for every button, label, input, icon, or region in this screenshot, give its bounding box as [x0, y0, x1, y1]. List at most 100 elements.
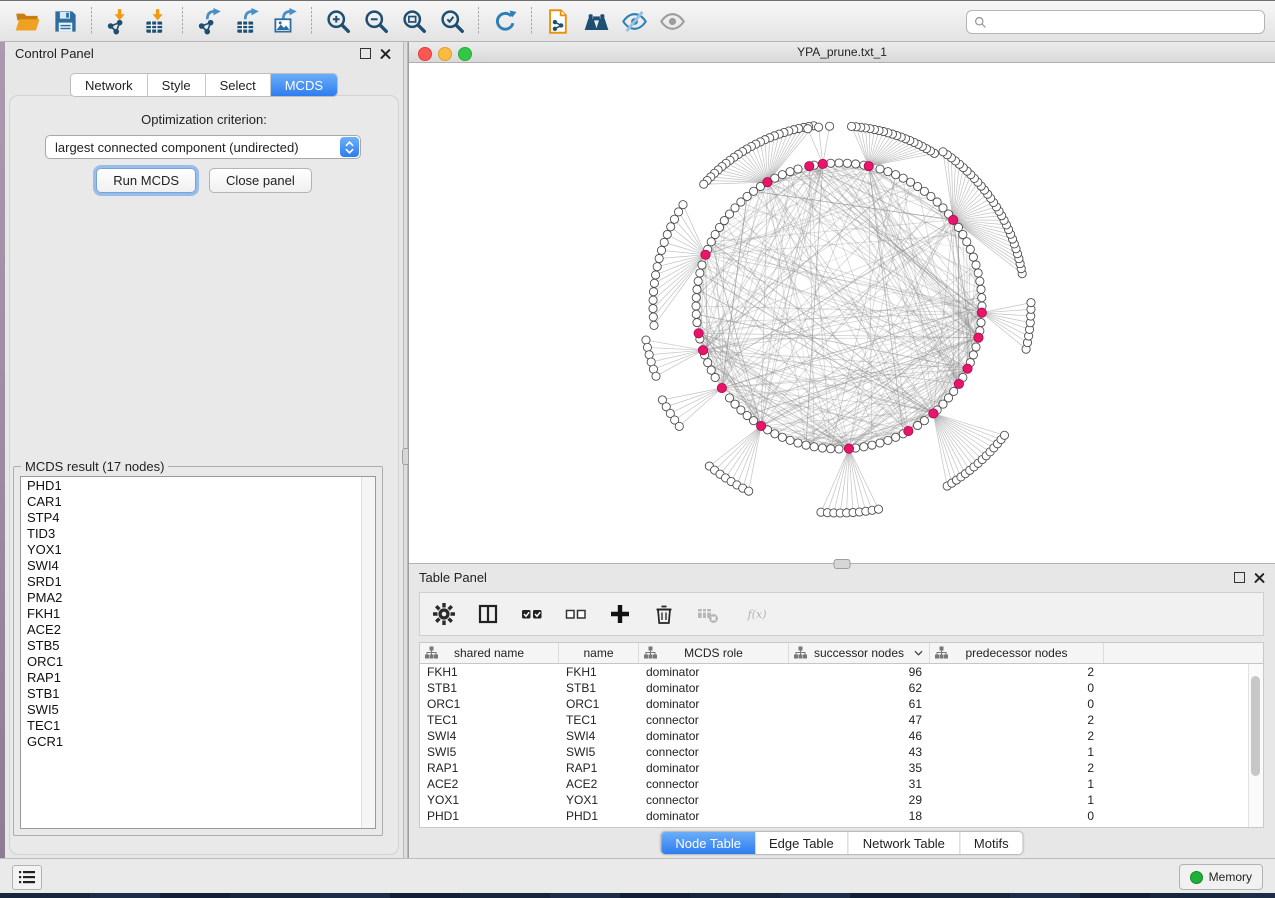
tab-edge-table[interactable]: Edge Table: [755, 832, 849, 854]
toolbar-separator: [311, 7, 312, 35]
add-column-icon[interactable]: [606, 600, 634, 628]
search-network-icon[interactable]: [577, 4, 615, 38]
table-settings-gear-icon[interactable]: [430, 600, 458, 628]
table-row[interactable]: STB1STB1dominator620: [420, 680, 1249, 696]
column-header-name[interactable]: name: [559, 643, 639, 663]
node-table: shared name name MCDS role successor nod…: [419, 642, 1264, 828]
zoom-in-icon[interactable]: [319, 4, 357, 38]
mcds-result-item[interactable]: STP4: [21, 510, 361, 526]
tab-network-table[interactable]: Network Table: [849, 832, 960, 854]
node-table-body: FKH1FKH1dominator962STB1STB1dominator620…: [420, 664, 1249, 827]
float-panel-icon[interactable]: [360, 48, 371, 59]
table-panel-tabs: Node Table Edge Table Network Table Moti…: [660, 831, 1023, 855]
close-panel-icon[interactable]: [1254, 572, 1265, 583]
tab-network[interactable]: Network: [71, 74, 148, 96]
table-panel: Table Panel: [409, 563, 1275, 858]
mcds-result-item[interactable]: CAR1: [21, 494, 361, 510]
optimization-criterion-label: Optimization criterion:: [5, 112, 403, 127]
mcds-result-item[interactable]: FKH1: [21, 606, 361, 622]
mcds-result-item[interactable]: YOX1: [21, 542, 361, 558]
run-mcds-button[interactable]: Run MCDS: [96, 168, 196, 193]
zoom-fit-icon[interactable]: [395, 4, 433, 38]
table-panel-title: Table Panel: [419, 570, 487, 585]
table-row[interactable]: ACE2ACE2connector311: [420, 776, 1249, 792]
table-scrollbar-thumb[interactable]: [1251, 676, 1260, 776]
zoom-selected-icon[interactable]: [433, 4, 471, 38]
tab-node-table[interactable]: Node Table: [661, 832, 755, 854]
close-panel-button[interactable]: Close panel: [209, 168, 312, 193]
hide-selected-eye-icon[interactable]: [615, 4, 653, 38]
table-row[interactable]: YOX1YOX1connector291: [420, 792, 1249, 808]
control-panel: Control Panel Network Style Select MCDS …: [5, 42, 403, 858]
table-row[interactable]: TEC1TEC1connector472: [420, 712, 1249, 728]
column-header-successor-nodes[interactable]: successor nodes: [789, 643, 930, 663]
mcds-result-list[interactable]: PHD1CAR1STP4TID3YOX1SWI4SRD1PMA2FKH1ACE2…: [20, 476, 376, 829]
task-history-button[interactable]: [12, 865, 42, 890]
zoom-out-icon[interactable]: [357, 4, 395, 38]
column-header-mcds-role[interactable]: MCDS role: [639, 643, 789, 663]
table-row[interactable]: RAP1RAP1dominator352: [420, 760, 1249, 776]
mcds-result-item[interactable]: ACE2: [21, 622, 361, 638]
toolbar-separator: [91, 7, 92, 35]
table-scrollbar[interactable]: [1248, 664, 1263, 827]
table-row[interactable]: ORC1ORC1dominator610: [420, 696, 1249, 712]
show-column-panel-icon[interactable]: [474, 600, 502, 628]
mcds-result-item[interactable]: STB5: [21, 638, 361, 654]
mcds-result-item[interactable]: TEC1: [21, 718, 361, 734]
tab-mcds[interactable]: MCDS: [271, 74, 337, 96]
mcds-result-item[interactable]: TID3: [21, 526, 361, 542]
select-all-icon[interactable]: [518, 600, 546, 628]
share-document-icon[interactable]: [539, 4, 577, 38]
column-header-shared-name[interactable]: shared name: [420, 643, 559, 663]
mcds-result-item[interactable]: SWI5: [21, 702, 361, 718]
mcds-result-item[interactable]: GCR1: [21, 734, 361, 750]
svg-text:f(x): f(x): [747, 608, 767, 621]
table-row[interactable]: SWI5SWI5connector431: [420, 744, 1249, 760]
show-all-eye-icon[interactable]: [653, 4, 691, 38]
network-workspace: YPA_prune.txt_1 Table Panel: [408, 42, 1275, 858]
network-window-titlebar[interactable]: YPA_prune.txt_1: [409, 42, 1275, 63]
tab-select[interactable]: Select: [206, 74, 271, 96]
column-type-icon: [425, 646, 438, 659]
delete-column-trash-icon[interactable]: [650, 600, 678, 628]
mcds-result-item[interactable]: ORC1: [21, 654, 361, 670]
sort-descending-icon: [914, 650, 923, 656]
open-session-icon[interactable]: [8, 4, 46, 38]
table-header-row: shared name name MCDS role successor nod…: [420, 643, 1263, 664]
deselect-all-icon[interactable]: [562, 600, 590, 628]
search-input[interactable]: [987, 12, 1264, 32]
tab-style[interactable]: Style: [148, 74, 206, 96]
table-row[interactable]: FKH1FKH1dominator962: [420, 664, 1249, 680]
float-panel-icon[interactable]: [1234, 572, 1245, 583]
import-table-icon[interactable]: [137, 4, 175, 38]
tab-motifs[interactable]: Motifs: [960, 832, 1023, 854]
network-canvas[interactable]: [409, 63, 1275, 563]
mcds-result-item[interactable]: PMA2: [21, 590, 361, 606]
horizontal-splitter-grip[interactable]: [834, 559, 851, 569]
network-graph[interactable]: [409, 63, 1275, 563]
control-panel-title: Control Panel: [15, 46, 94, 61]
import-network-icon[interactable]: [99, 4, 137, 38]
toolbar-separator: [531, 7, 532, 35]
mcds-result-legend: MCDS result (17 nodes): [21, 459, 168, 474]
mcds-list-scrollbar[interactable]: [361, 477, 375, 828]
save-session-icon[interactable]: [46, 4, 84, 38]
mcds-result-item[interactable]: PHD1: [21, 478, 361, 494]
table-row[interactable]: SWI4SWI4dominator462: [420, 728, 1249, 744]
memory-button[interactable]: Memory: [1179, 864, 1263, 890]
export-network-icon[interactable]: [190, 4, 228, 38]
status-bar: Memory: [0, 858, 1275, 893]
export-table-icon[interactable]: [228, 4, 266, 38]
table-row[interactable]: PHD1PHD1dominator180: [420, 808, 1249, 824]
export-image-icon[interactable]: [266, 4, 304, 38]
toolbar-separator: [478, 7, 479, 35]
search-field[interactable]: [966, 10, 1265, 34]
mcds-result-item[interactable]: STB1: [21, 686, 361, 702]
mcds-result-item[interactable]: SWI4: [21, 558, 361, 574]
mcds-result-item[interactable]: SRD1: [21, 574, 361, 590]
close-panel-icon[interactable]: [380, 48, 391, 59]
criterion-dropdown[interactable]: largest connected component (undirected): [45, 135, 361, 159]
refresh-icon[interactable]: [486, 4, 524, 38]
mcds-result-item[interactable]: RAP1: [21, 670, 361, 686]
column-header-predecessor-nodes[interactable]: predecessor nodes: [930, 643, 1104, 663]
